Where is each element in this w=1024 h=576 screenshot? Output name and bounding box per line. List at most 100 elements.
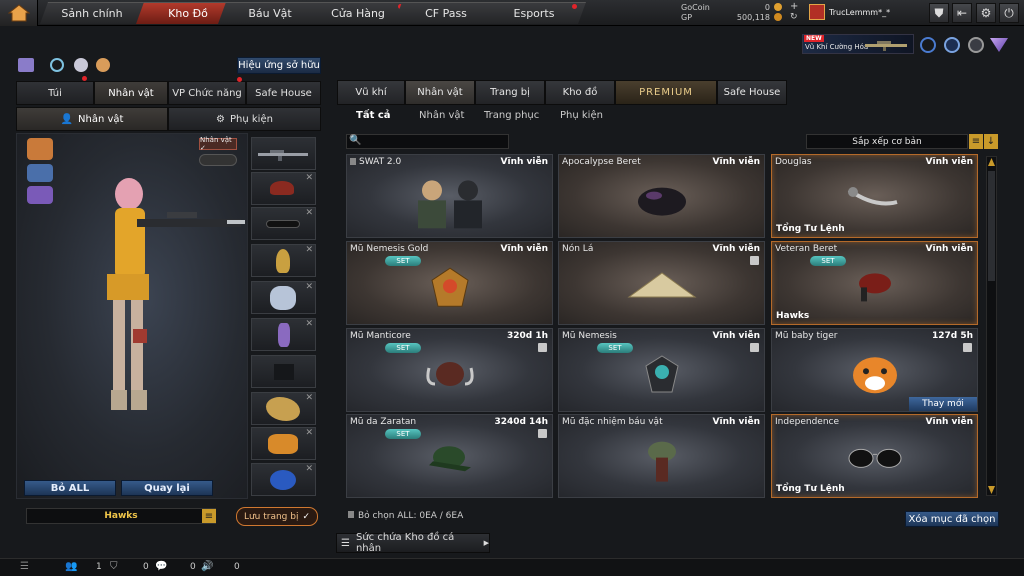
remove-slot-icon[interactable]: ✕ bbox=[305, 464, 313, 474]
history-icon[interactable] bbox=[50, 58, 64, 72]
item-card[interactable]: Apocalypse Beret Vĩnh viễn bbox=[558, 154, 765, 238]
character-toggle-badge[interactable]: Nhân vật ✓ bbox=[199, 136, 237, 152]
vip-v-icon[interactable] bbox=[990, 38, 1008, 52]
sort-menu-icon[interactable]: ≡ bbox=[969, 134, 983, 149]
team-icon[interactable] bbox=[74, 58, 88, 72]
scroll-thumb[interactable] bbox=[988, 171, 995, 281]
set-badge: SET bbox=[597, 343, 633, 353]
search-input[interactable]: 🔍 bbox=[346, 134, 509, 149]
pet-icon[interactable] bbox=[96, 58, 110, 72]
item-card[interactable]: Mũ Manticore 320d 1h SET bbox=[346, 328, 553, 412]
volume-icon[interactable]: 🔊 bbox=[201, 561, 213, 572]
filter-costume[interactable]: Trang phục bbox=[484, 110, 539, 124]
sort-dropdown[interactable]: Sắp xếp cơ bản bbox=[806, 134, 968, 149]
back-button[interactable]: Quay lại bbox=[121, 480, 213, 496]
remove-slot-icon[interactable]: ✕ bbox=[305, 173, 313, 183]
pose-eagle-icon[interactable] bbox=[27, 138, 53, 160]
settings-gear-icon[interactable]: ⚙ bbox=[976, 3, 996, 23]
filter-all[interactable]: Tất cả bbox=[356, 110, 391, 124]
username[interactable]: TrucLemmm*_* bbox=[829, 8, 890, 17]
pose-wing-icon[interactable] bbox=[27, 164, 53, 182]
delete-selected-button[interactable]: Xóa mục đã chọn bbox=[905, 511, 999, 527]
character-preview[interactable]: Nhân vật ✓ Bỏ ALL Quay lại bbox=[16, 133, 248, 499]
filter-accessory[interactable]: Phụ kiện bbox=[560, 110, 603, 124]
item-name: Mũ da Zaratan bbox=[350, 417, 417, 427]
left-tab-safehouse[interactable]: Safe House bbox=[246, 81, 321, 105]
bookmark-icon bbox=[348, 511, 354, 518]
item-card[interactable]: Mũ da Zaratan 3240d 14h SET bbox=[346, 414, 553, 498]
equip-slot-dragon[interactable]: ✕ bbox=[251, 392, 316, 425]
item-card[interactable]: Mũ baby tiger 127d 5h Thay mới bbox=[771, 328, 978, 412]
item-card[interactable]: Mũ Nemesis Gold Vĩnh viễn SET bbox=[346, 241, 553, 325]
equip-slot-empty[interactable] bbox=[251, 355, 316, 388]
promo-banner[interactable]: NEW Vũ Khí Cường Hóa bbox=[802, 34, 914, 54]
friends-icon[interactable]: 👥 bbox=[65, 561, 77, 572]
item-card[interactable]: SWAT 2.0 Vĩnh viễn bbox=[346, 154, 553, 238]
remove-all-button[interactable]: Bỏ ALL bbox=[24, 480, 116, 496]
nav-tab-treasure[interactable]: Báu Vật bbox=[218, 2, 322, 24]
item-card[interactable]: Independence Vĩnh viễn Tổng Tư Lệnh bbox=[771, 414, 978, 498]
equip-slot-medal[interactable]: ✕ bbox=[251, 244, 316, 277]
left-subtab-accessory[interactable]: ⚙ Phụ kiện bbox=[168, 107, 321, 131]
chat-icon[interactable]: 💬 bbox=[155, 561, 167, 572]
wheel-event-icon[interactable] bbox=[968, 37, 984, 53]
right-tab-character[interactable]: Nhân vật bbox=[405, 80, 475, 105]
globe-event-icon[interactable] bbox=[944, 37, 960, 53]
nav-tab-esports[interactable]: Esports bbox=[482, 2, 586, 24]
clan-shield-icon[interactable]: ⛉ bbox=[110, 561, 118, 572]
item-grid-scrollbar[interactable] bbox=[986, 156, 997, 496]
remove-slot-icon[interactable]: ✕ bbox=[305, 282, 313, 292]
gift-icon[interactable] bbox=[18, 58, 34, 72]
right-tab-premium[interactable]: PREMIUM bbox=[615, 80, 717, 105]
item-card[interactable]: Veteran Beret Vĩnh viễn SET Hawks bbox=[771, 241, 978, 325]
pose-heart-icon[interactable] bbox=[27, 186, 53, 204]
left-tab-bag[interactable]: Túi bbox=[16, 81, 94, 105]
nav-tab-cfpass[interactable]: CF Pass bbox=[394, 2, 498, 24]
equip-slot-knuckle[interactable]: ✕ bbox=[251, 427, 316, 460]
event-shield-icon[interactable] bbox=[920, 37, 936, 53]
equip-slot-weapon[interactable] bbox=[251, 137, 316, 170]
nav-tab-shop[interactable]: Cửa Hàng bbox=[306, 2, 410, 24]
preset-name-field[interactable]: Hawks bbox=[26, 508, 216, 524]
equip-slot-hat[interactable]: ✕ bbox=[251, 172, 316, 205]
item-card[interactable]: Mũ Nemesis Vĩnh viễn SET bbox=[558, 328, 765, 412]
add-currency-icon[interactable]: + bbox=[790, 1, 798, 12]
left-tab-character[interactable]: Nhân vật bbox=[94, 81, 168, 105]
scroll-up-icon[interactable] bbox=[988, 158, 995, 166]
item-card[interactable]: Mũ đặc nhiệm báu vật Vĩnh viễn bbox=[558, 414, 765, 498]
save-equipment-button[interactable]: Lưu trang bị ✓ bbox=[236, 507, 318, 526]
left-subtab-character[interactable]: 👤 Nhân vật bbox=[16, 107, 168, 131]
exit-room-icon[interactable]: ⇤ bbox=[952, 3, 972, 23]
ownership-effect-button[interactable]: Hiệu ứng sở hữu bbox=[237, 57, 321, 74]
equip-slot-grenade[interactable]: ✕ bbox=[251, 463, 316, 496]
remove-slot-icon[interactable]: ✕ bbox=[305, 319, 313, 329]
refresh-icon[interactable]: ↻ bbox=[790, 12, 798, 22]
chat-count: 0 bbox=[190, 562, 196, 572]
renew-button[interactable]: Thay mới bbox=[909, 397, 977, 411]
deselect-all-label[interactable]: Bỏ chọn ALL: 0EA / 6EA bbox=[348, 511, 463, 521]
scroll-down-icon[interactable] bbox=[988, 486, 995, 494]
item-card[interactable]: Nón Lá Vĩnh viễn bbox=[558, 241, 765, 325]
remove-slot-icon[interactable]: ✕ bbox=[305, 208, 313, 218]
filter-character[interactable]: Nhân vật bbox=[419, 110, 464, 124]
power-icon[interactable]: ⏻ bbox=[999, 3, 1019, 23]
remove-slot-icon[interactable]: ✕ bbox=[305, 393, 313, 403]
menu-list-icon[interactable]: ☰ bbox=[20, 561, 29, 572]
preset-list-icon[interactable]: ≡ bbox=[202, 509, 216, 523]
right-tab-safehouse[interactable]: Safe House bbox=[717, 80, 787, 105]
right-tab-gear[interactable]: Trang bị bbox=[475, 80, 545, 105]
sort-direction-icon[interactable]: ↓ bbox=[984, 134, 998, 149]
equip-slot-wings[interactable]: ✕ bbox=[251, 281, 316, 314]
nav-tab-lobby[interactable]: Sảnh chính bbox=[40, 2, 144, 24]
equip-slot-charm[interactable]: ✕ bbox=[251, 318, 316, 351]
right-tab-storage[interactable]: Kho đồ bbox=[545, 80, 615, 105]
profile-badge-icon[interactable]: ⛊ bbox=[929, 3, 949, 23]
right-tab-weapon[interactable]: Vũ khí bbox=[337, 80, 405, 105]
item-card[interactable]: Douglas Vĩnh viễn Tổng Tư Lệnh bbox=[771, 154, 978, 238]
equip-slot-glasses[interactable]: ✕ bbox=[251, 207, 316, 240]
remove-slot-icon[interactable]: ✕ bbox=[305, 428, 313, 438]
home-button[interactable] bbox=[0, 0, 38, 26]
storage-capacity-button[interactable]: ☰ Sức chứa Kho đồ cá nhân ▶ bbox=[336, 532, 490, 554]
remove-slot-icon[interactable]: ✕ bbox=[305, 245, 313, 255]
left-tab-function-items[interactable]: VP Chức năng bbox=[168, 81, 246, 105]
